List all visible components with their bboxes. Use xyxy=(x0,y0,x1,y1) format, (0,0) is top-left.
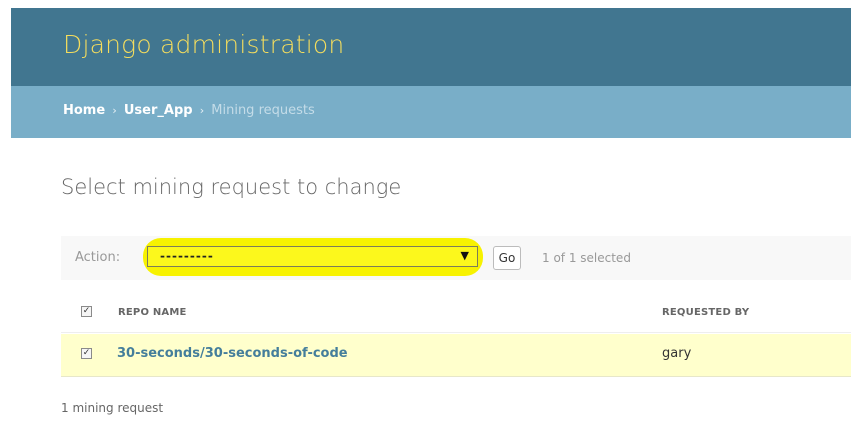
breadcrumb-current: Mining requests xyxy=(211,103,315,118)
dropdown-arrow-icon: ▼ xyxy=(460,249,469,262)
go-button[interactable]: Go xyxy=(493,246,521,270)
actions-bar: Action: --------- ▼ Go 1 of 1 selected xyxy=(61,236,851,280)
breadcrumb-trail: Home › User_App › Mining requests xyxy=(63,103,315,118)
paginator: 1 mining request xyxy=(61,401,164,415)
breadcrumb-separator: › xyxy=(199,104,205,117)
action-label: Action: xyxy=(75,250,121,265)
column-header-repo-name[interactable]: REPO NAME xyxy=(118,307,187,318)
table-header: ✓ REPO NAME REQUESTED BY xyxy=(61,292,851,333)
row-checkbox[interactable]: ✓ xyxy=(81,348,92,359)
action-select[interactable]: --------- ▼ xyxy=(147,246,478,267)
table-row: ✓ 30-seconds/30-seconds-of-code gary xyxy=(61,334,851,377)
column-header-requested-by[interactable]: REQUESTED BY xyxy=(662,307,749,318)
requested-by-value: gary xyxy=(662,346,692,361)
breadcrumb-separator: › xyxy=(112,104,117,117)
site-header: Django administration xyxy=(11,8,851,86)
breadcrumb: Home › User_App › Mining requests xyxy=(11,86,851,138)
repo-name-link[interactable]: 30-seconds/30-seconds-of-code xyxy=(117,346,348,361)
select-all-checkbox[interactable]: ✓ xyxy=(81,306,92,317)
breadcrumb-home[interactable]: Home xyxy=(63,103,105,118)
selection-counter: 1 of 1 selected xyxy=(542,251,631,265)
top-strip xyxy=(0,0,851,8)
page-title: Select mining request to change xyxy=(61,175,402,199)
action-select-value: --------- xyxy=(160,249,214,263)
site-title[interactable]: Django administration xyxy=(63,30,344,59)
breadcrumb-app[interactable]: User_App xyxy=(124,103,193,118)
